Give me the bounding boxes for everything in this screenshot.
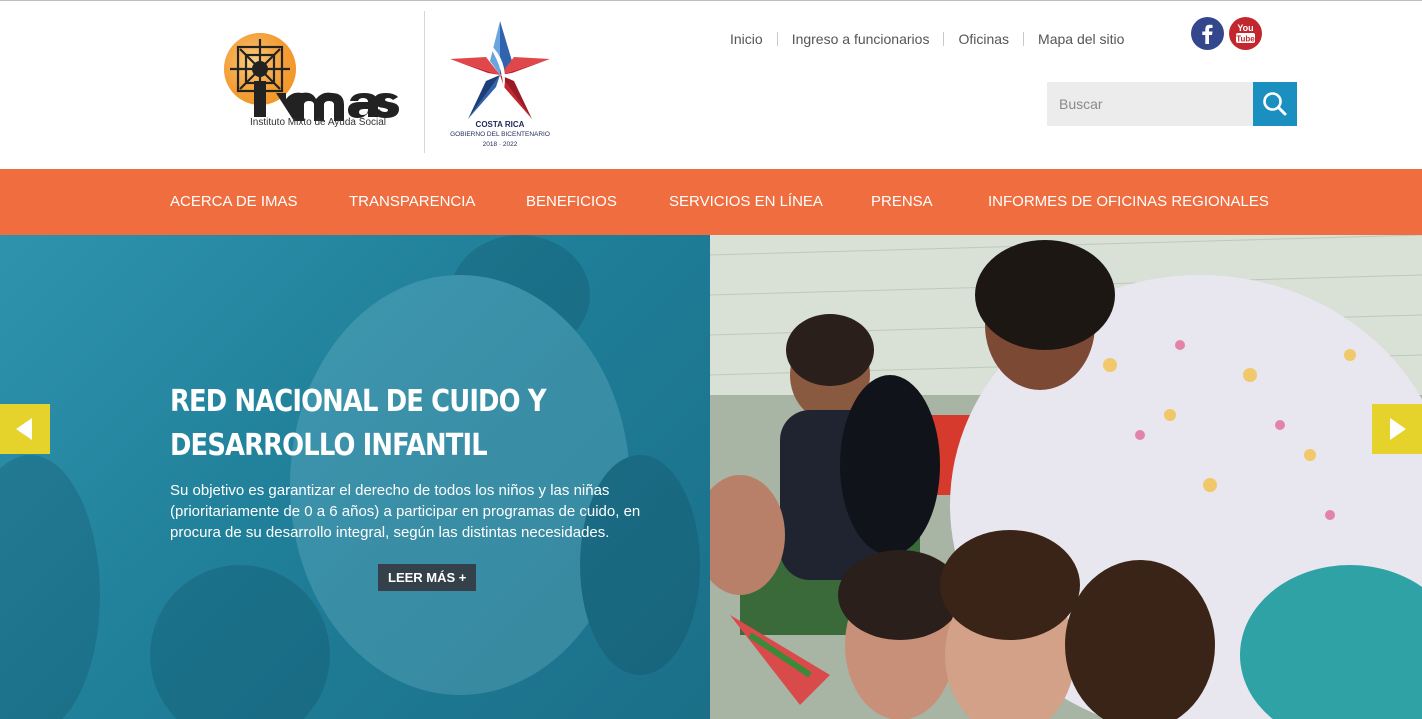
hero-slider: RED NACIONAL DE CUIDO Y DESARROLLO INFAN…	[0, 235, 1422, 719]
main-nav: ACERCA DE IMAS TRANSPARENCIA BENEFICIOS …	[0, 169, 1422, 235]
slide-title: RED NACIONAL DE CUIDO Y DESARROLLO INFAN…	[170, 384, 547, 463]
caption-background-photo	[0, 235, 700, 719]
slide-photo-illustration	[710, 235, 1422, 719]
gov-logo-line2: 2018 · 2022	[482, 141, 518, 148]
arrow-right-icon	[1390, 418, 1406, 440]
top-link-oficinas[interactable]: Oficinas	[944, 29, 1023, 49]
search-button[interactable]	[1253, 82, 1297, 126]
nav-prensa[interactable]: PRENSA	[871, 169, 933, 235]
top-link-inicio[interactable]: Inicio	[716, 29, 777, 49]
youtube-icon[interactable]: You Tube	[1229, 17, 1262, 50]
arrow-left-icon	[16, 418, 32, 440]
read-more-button[interactable]: LEER MÁS +	[378, 564, 477, 591]
top-link-mapa-sitio[interactable]: Mapa del sitio	[1024, 29, 1138, 49]
top-link-funcionarios[interactable]: Ingreso a funcionarios	[778, 29, 944, 49]
slider-prev-button[interactable]	[0, 404, 50, 454]
gov-logo-line1: GOBIERNO DEL BICENTENARIO	[450, 131, 550, 138]
site-header: Instituto Mixto de Ayuda Social COSTA RI…	[0, 1, 1422, 169]
nav-informes-oficinas-regionales[interactable]: INFORMES DE OFICINAS REGIONALES	[988, 169, 1269, 235]
slide-description: Su objetivo es garantizar el derecho de …	[170, 482, 641, 541]
org-full-name: Instituto Mixto de Ayuda Social	[250, 117, 387, 128]
nav-beneficios[interactable]: BENEFICIOS	[526, 169, 617, 235]
slide-photo	[710, 235, 1422, 719]
search-input[interactable]	[1047, 82, 1253, 126]
search-icon	[1263, 92, 1287, 116]
nav-acerca-de-imas[interactable]: ACERCA DE IMAS	[170, 169, 298, 235]
youtube-label-bottom: Tube	[1236, 34, 1255, 43]
slider-next-button[interactable]	[1372, 404, 1422, 454]
gov-logo-country: COSTA RICA	[475, 120, 525, 129]
slide-caption-panel: RED NACIONAL DE CUIDO Y DESARROLLO INFAN…	[0, 235, 710, 719]
logo-divider	[424, 11, 425, 153]
nav-transparencia[interactable]: TRANSPARENCIA	[349, 169, 475, 235]
nav-servicios-en-linea[interactable]: SERVICIOS EN LÍNEA	[669, 169, 823, 235]
top-links: Inicio Ingreso a funcionarios Oficinas M…	[716, 29, 1138, 49]
youtube-label-top: You	[1237, 23, 1253, 33]
facebook-icon[interactable]	[1191, 17, 1224, 50]
